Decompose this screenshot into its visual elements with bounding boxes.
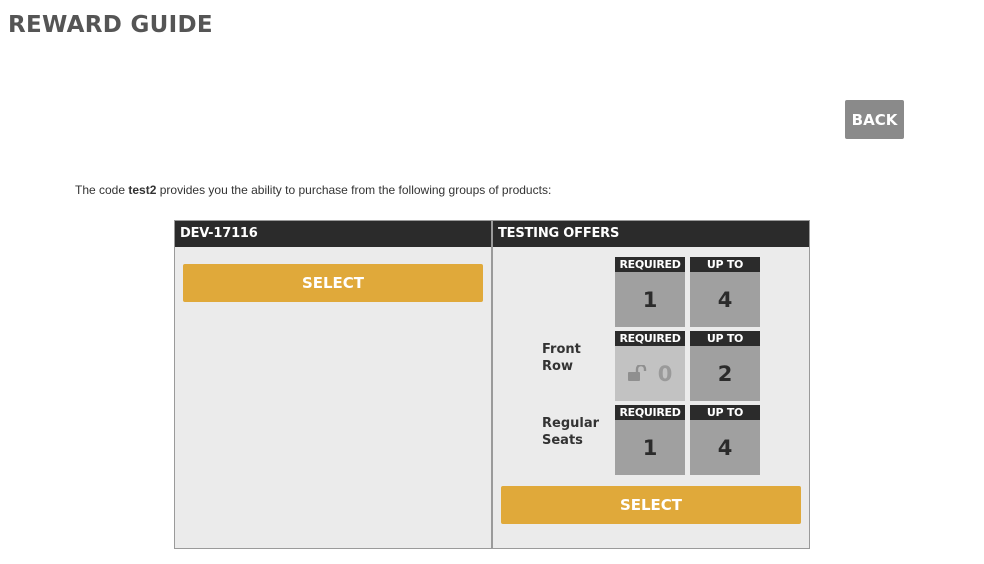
- group-title: DEV-17116: [175, 221, 491, 247]
- required-header: REQUIRED: [615, 331, 685, 346]
- required-header: REQUIRED: [615, 257, 685, 272]
- required-value: 0: [657, 361, 673, 386]
- page-title: REWARD GUIDE: [8, 12, 213, 38]
- select-button-dev-17116[interactable]: SELECT: [183, 264, 483, 302]
- required-cell: REQUIRED 0: [615, 331, 685, 401]
- offer-row-general: REQUIRED 1 UP TO 4: [493, 257, 809, 327]
- group-panel-dev-17116: DEV-17116 SELECT: [174, 220, 492, 549]
- offer-row-regular-seats: Regular Seats REQUIRED 1 UP TO 4: [493, 405, 809, 475]
- promo-code: test2: [128, 183, 157, 197]
- required-value: 1: [615, 420, 685, 475]
- intro-text: The code test2 provides you the ability …: [75, 183, 551, 197]
- required-value-locked: 0: [615, 346, 685, 401]
- row-label-line2: Seats: [542, 433, 583, 448]
- required-cell: REQUIRED 1: [615, 405, 685, 475]
- intro-suffix: provides you the ability to purchase fro…: [156, 183, 552, 197]
- upto-value: 4: [690, 272, 760, 327]
- row-label-line2: Row: [542, 359, 573, 374]
- upto-cell: UP TO 4: [690, 405, 760, 475]
- required-header: REQUIRED: [615, 405, 685, 420]
- upto-value: 2: [690, 346, 760, 401]
- row-label-regular-seats: Regular Seats: [542, 415, 599, 449]
- upto-header: UP TO: [690, 257, 760, 272]
- product-groups: DEV-17116 SELECT TESTING OFFERS REQUIRED…: [174, 220, 810, 549]
- intro-prefix: The code: [75, 183, 129, 197]
- upto-header: UP TO: [690, 405, 760, 420]
- upto-cell: UP TO 4: [690, 257, 760, 327]
- row-label-line1: Regular: [542, 416, 600, 431]
- row-label-line1: Front: [542, 342, 581, 357]
- group-panel-testing-offers: TESTING OFFERS REQUIRED 1 UP TO 4 Front …: [492, 220, 810, 549]
- select-button-testing-offers[interactable]: SELECT: [501, 486, 801, 524]
- upto-cell: UP TO 2: [690, 331, 760, 401]
- unlock-icon: [627, 362, 650, 386]
- offer-row-front-row: Front Row REQUIRED 0 UP TO 2: [493, 331, 809, 401]
- upto-value: 4: [690, 420, 760, 475]
- group-title: TESTING OFFERS: [493, 221, 809, 247]
- row-label-front-row: Front Row: [542, 341, 581, 375]
- upto-header: UP TO: [690, 331, 760, 346]
- back-button[interactable]: BACK: [845, 100, 904, 139]
- required-cell: REQUIRED 1: [615, 257, 685, 327]
- required-value: 1: [615, 272, 685, 327]
